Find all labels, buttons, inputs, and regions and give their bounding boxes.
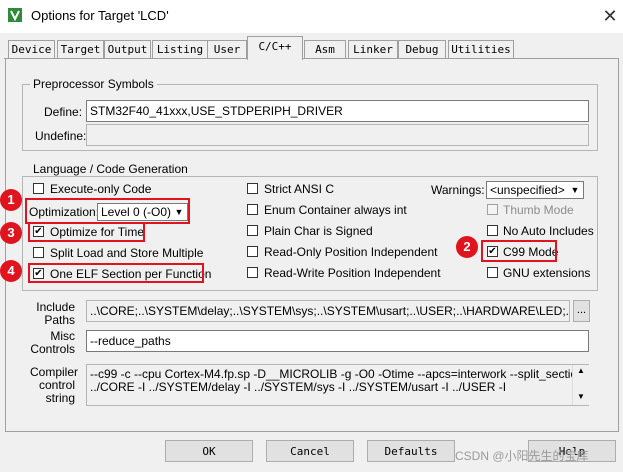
thumb-mode-label: Thumb Mode (503, 203, 574, 217)
thumb-mode-checkbox[interactable] (487, 204, 498, 215)
define-label: Define: (44, 105, 83, 119)
enum-container-label: Enum Container always int (264, 203, 407, 217)
annotation-badge-1: 1 (0, 189, 22, 211)
compiler-control-scrollbar[interactable]: ▲ ▼ (572, 365, 589, 405)
undefine-label: Undefine: (35, 129, 87, 143)
defaults-button[interactable]: Defaults (367, 440, 455, 462)
ro-position-independent-label: Read-Only Position Independent (264, 245, 438, 259)
rw-position-independent-checkbox[interactable] (247, 267, 258, 278)
scroll-down-icon[interactable]: ▼ (573, 391, 589, 403)
compiler-control-line2: ../CORE -I ../SYSTEM/delay -I ../SYSTEM/… (90, 380, 507, 394)
scroll-up-icon[interactable]: ▲ (573, 365, 589, 377)
tab-linker[interactable]: Linker (348, 40, 398, 58)
include-paths-browse-button[interactable]: ... (573, 300, 590, 322)
strict-ansi-checkbox[interactable] (247, 183, 258, 194)
tab-listing[interactable]: Listing (152, 40, 208, 58)
split-load-store-checkbox[interactable] (33, 247, 44, 258)
annotation-badge-2: 2 (456, 236, 478, 258)
compiler-control-textarea[interactable]: --c99 -c --cpu Cortex-M4.fp.sp -D__MICRO… (86, 364, 589, 406)
tab-device[interactable]: Device (8, 40, 55, 58)
warnings-value: <unspecified> (490, 183, 565, 197)
include-paths-input[interactable]: ..\CORE;..\SYSTEM\delay;..\SYSTEM\sys;..… (86, 300, 570, 322)
tab-utilities[interactable]: Utilities (448, 40, 514, 58)
annotation-box-one-elf (28, 263, 204, 283)
ok-button[interactable]: OK (165, 440, 253, 462)
rw-position-independent-label: Read-Write Position Independent (264, 266, 441, 280)
misc-controls-label: Misc Controls (30, 330, 75, 356)
tab-asm[interactable]: Asm (304, 40, 346, 58)
execute-only-label: Execute-only Code (50, 182, 152, 196)
tab-c-cpp[interactable]: C/C++ (247, 36, 303, 60)
ro-position-independent-checkbox[interactable] (247, 246, 258, 257)
include-paths-label: Include Paths (30, 301, 75, 327)
define-input[interactable]: STM32F40_41xxx,USE_STDPERIPH_DRIVER (86, 100, 589, 122)
warnings-select[interactable]: <unspecified> ▼ (486, 181, 584, 199)
split-load-store-label: Split Load and Store Multiple (50, 246, 204, 260)
cancel-button[interactable]: Cancel (266, 440, 354, 462)
compiler-control-label-line3: string (45, 391, 75, 405)
no-auto-includes-checkbox[interactable] (487, 225, 498, 236)
annotation-badge-4: 4 (0, 260, 22, 282)
execute-only-checkbox[interactable] (33, 183, 44, 194)
watermark: CSDN @小阳先生的宝库 (455, 449, 589, 463)
tab-output[interactable]: Output (104, 40, 151, 58)
annotation-box-c99 (481, 240, 557, 262)
misc-controls-label-line2: Controls (30, 342, 75, 356)
preprocessor-group-title: Preprocessor Symbols (30, 77, 157, 91)
strict-ansi-label: Strict ANSI C (264, 182, 335, 196)
plain-char-signed-label: Plain Char is Signed (264, 224, 373, 238)
gnu-extensions-label: GNU extensions (503, 266, 591, 280)
undefine-input[interactable] (86, 124, 589, 146)
no-auto-includes-label: No Auto Includes (503, 224, 594, 238)
include-paths-label-line2: Paths (44, 313, 75, 327)
title-bar: Options for Target 'LCD' ✕ (0, 0, 623, 33)
compiler-control-label: Compiler control string (30, 366, 78, 405)
chevron-down-icon: ▼ (570, 185, 580, 195)
keil-app-icon (8, 8, 22, 22)
annotation-box-optimize-time (28, 222, 145, 242)
tab-user[interactable]: User (207, 40, 247, 58)
language-group-title: Language / Code Generation (30, 162, 191, 176)
annotation-box-optimization (25, 198, 190, 224)
enum-container-checkbox[interactable] (247, 204, 258, 215)
misc-controls-input[interactable]: --reduce_paths (86, 330, 589, 352)
annotation-badge-3: 3 (0, 222, 22, 244)
warnings-label: Warnings: (431, 183, 485, 197)
close-icon[interactable]: ✕ (598, 4, 622, 28)
plain-char-signed-checkbox[interactable] (247, 225, 258, 236)
tab-target[interactable]: Target (57, 40, 104, 58)
window-title: Options for Target 'LCD' (31, 8, 169, 23)
gnu-extensions-checkbox[interactable] (487, 267, 498, 278)
tab-debug[interactable]: Debug (398, 40, 446, 58)
